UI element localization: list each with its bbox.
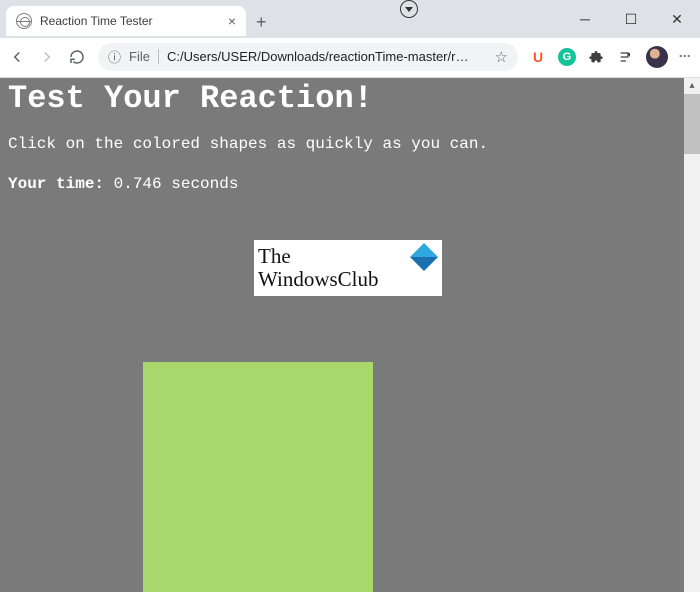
logo-text: The WindowsClub [254, 245, 379, 291]
reading-list-icon[interactable] [616, 47, 636, 67]
menu-icon[interactable]: ⋮ [678, 50, 692, 63]
tab-title: Reaction Time Tester [40, 14, 153, 28]
scrollbar-track[interactable] [684, 78, 700, 592]
page-heading: Test Your Reaction! [8, 80, 692, 117]
reload-button[interactable] [68, 48, 88, 66]
profile-avatar[interactable] [646, 46, 668, 68]
time-readout: Your time: 0.746 seconds [8, 175, 692, 193]
file-chip: File [129, 49, 159, 64]
window-controls: ─ ☐ ✕ [562, 0, 700, 38]
target-shape[interactable] [143, 362, 373, 592]
close-window-button[interactable]: ✕ [654, 11, 700, 28]
extension-grammarly-icon[interactable]: G [558, 48, 576, 66]
time-value: 0.746 seconds [114, 175, 239, 193]
forward-button[interactable] [38, 48, 58, 66]
extension-u-icon[interactable]: U [528, 47, 548, 67]
logo-mark-icon [410, 243, 438, 271]
scrollbar-thumb[interactable] [684, 94, 700, 154]
instruction-text: Click on the colored shapes as quickly a… [8, 135, 692, 153]
globe-icon [16, 13, 32, 29]
back-button[interactable] [8, 48, 28, 66]
url-text: C:/Users/USER/Downloads/reactionTime-mas… [167, 49, 487, 64]
bookmark-star-icon[interactable]: ☆ [495, 48, 508, 66]
new-tab-button[interactable]: + [256, 12, 267, 33]
windowsclub-logo: The WindowsClub [254, 240, 442, 296]
time-label: Your time: [8, 175, 104, 193]
extensions-icon[interactable] [586, 47, 606, 67]
scroll-up-arrow[interactable]: ▴ [684, 78, 700, 94]
titlebar: Reaction Time Tester × + ─ ☐ ✕ [0, 0, 700, 38]
page-viewport: Test Your Reaction! Click on the colored… [0, 78, 700, 592]
address-bar[interactable]: ⓘ File C:/Users/USER/Downloads/reactionT… [98, 43, 518, 71]
browser-tab[interactable]: Reaction Time Tester × [6, 6, 246, 36]
logo-line2: WindowsClub [258, 267, 379, 291]
logo-line1: The [258, 244, 291, 268]
account-indicator-icon[interactable] [400, 0, 418, 18]
minimize-button[interactable]: ─ [562, 11, 608, 27]
maximize-button[interactable]: ☐ [608, 11, 654, 28]
info-icon[interactable]: ⓘ [108, 47, 121, 66]
browser-toolbar: ⓘ File C:/Users/USER/Downloads/reactionT… [0, 38, 700, 78]
close-tab-icon[interactable]: × [228, 13, 236, 29]
page-content: Test Your Reaction! Click on the colored… [0, 78, 700, 193]
